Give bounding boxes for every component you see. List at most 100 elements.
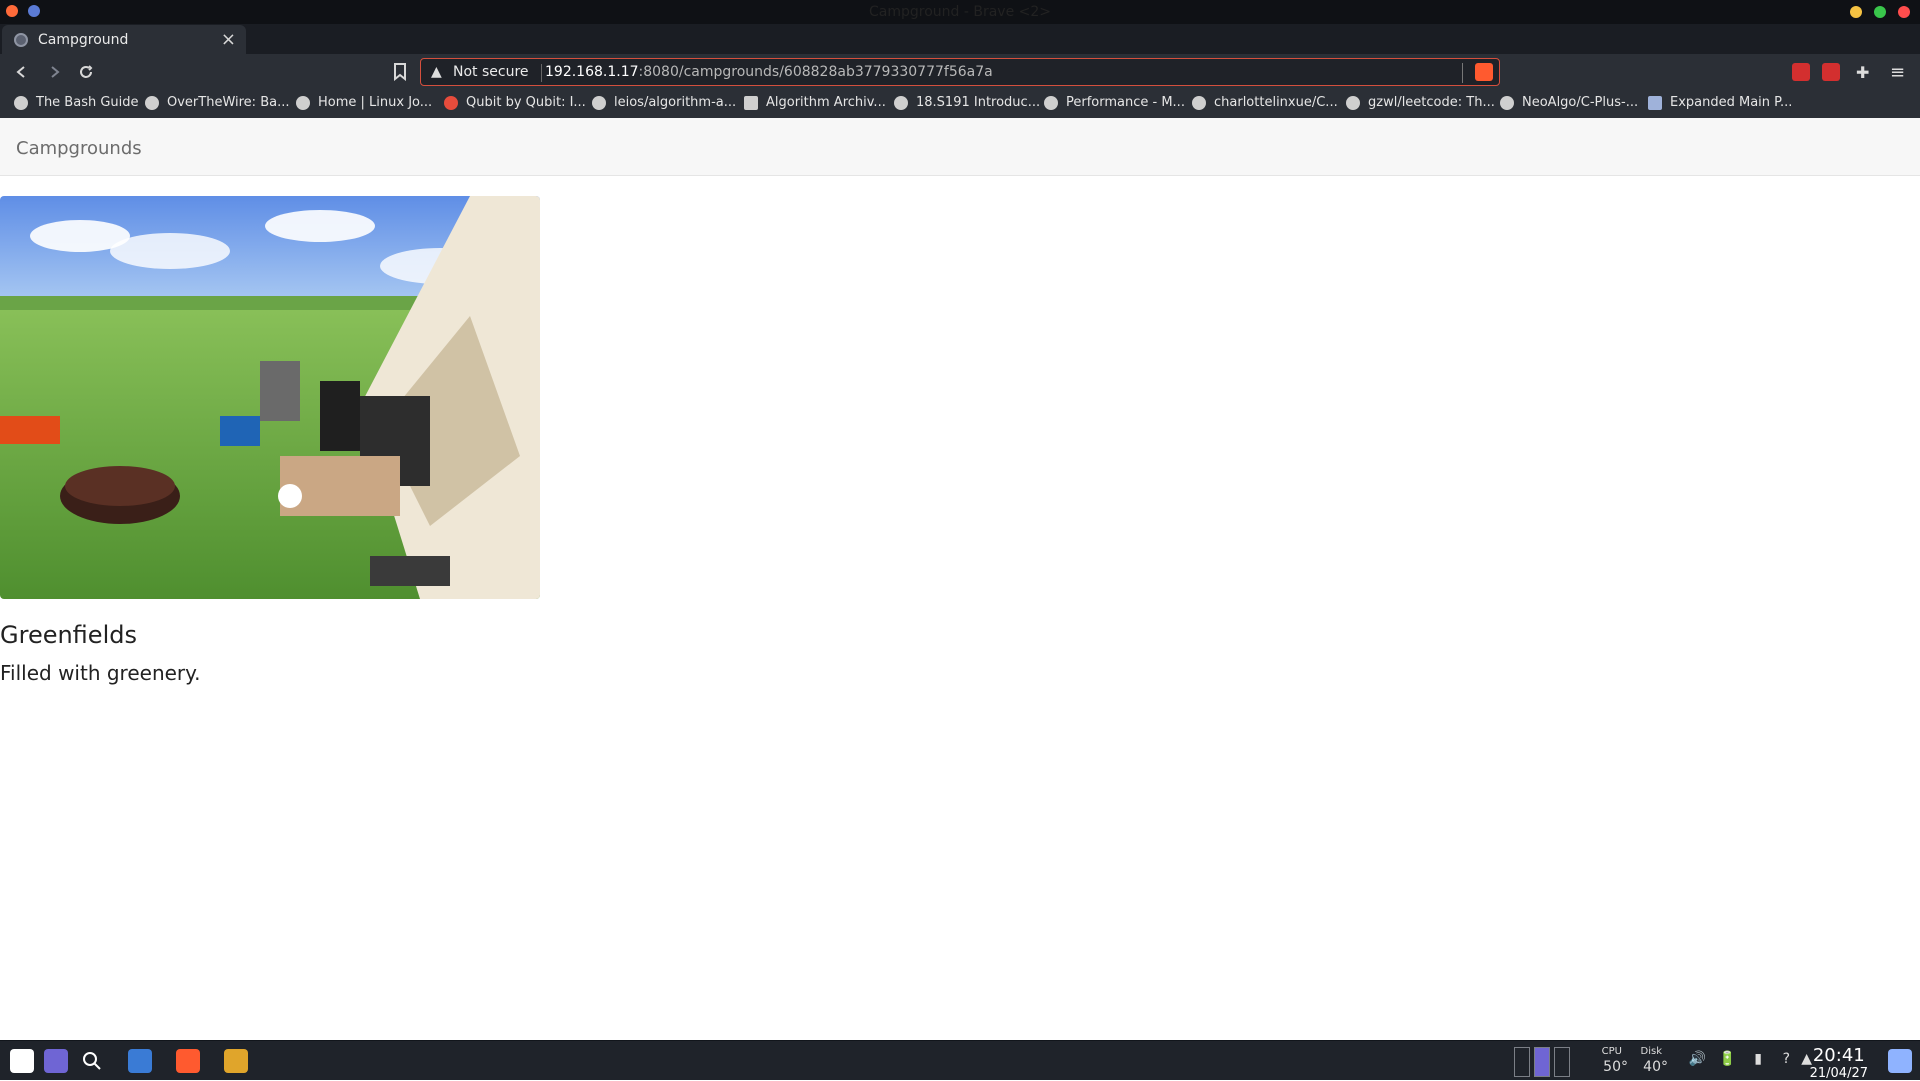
address-end-divider <box>1462 63 1463 83</box>
tray-indicator <box>1514 1047 1530 1077</box>
back-button[interactable] <box>12 62 32 82</box>
campground-title: Greenfields <box>0 621 137 649</box>
tab-strip: Campground × + <box>0 24 1920 54</box>
clock[interactable]: 20:41 21/04/27 <box>1810 1045 1868 1081</box>
cpu-temp: 50° <box>1603 1059 1628 1075</box>
tab-campground[interactable]: Campground × <box>2 25 246 54</box>
address-divider <box>541 64 542 82</box>
site-icon <box>894 96 908 110</box>
desktop-pager-icon[interactable] <box>44 1049 68 1073</box>
cpu-label: CPU <box>1602 1046 1622 1057</box>
file-manager-icon[interactable] <box>128 1049 152 1073</box>
bookmark-item[interactable]: The Bash Guide <box>14 95 139 110</box>
bookmark-label: Home | Linux Jo... <box>318 95 432 110</box>
bookmark-label: Qubit by Qubit: I... <box>466 95 586 110</box>
bookmark-label: gzwl/leetcode: Th... <box>1368 95 1495 110</box>
disk-label: Disk <box>1641 1046 1662 1057</box>
window-controls[interactable] <box>1850 6 1910 18</box>
navbar: Campgrounds <box>0 118 1920 176</box>
volume-icon[interactable]: 🔊 <box>1689 1051 1706 1067</box>
site-icon <box>14 96 28 110</box>
bookmark-item[interactable]: OverTheWire: Ba... <box>145 95 289 110</box>
bookmark-item[interactable]: charlottelinxue/C... <box>1192 95 1338 110</box>
site-icon <box>145 96 159 110</box>
browser-toolbar: ▲ Not secure 192.168.1.17:8080/campgroun… <box>0 54 1920 90</box>
bookmark-label: charlottelinxue/C... <box>1214 95 1338 110</box>
warning-icon: ▲ <box>431 64 442 80</box>
bookmark-item[interactable]: Algorithm Archiv... <box>744 95 886 110</box>
campground-photo <box>0 196 540 599</box>
search-icon[interactable] <box>80 1049 104 1073</box>
bookmark-item[interactable]: 18.S191 Introduc... <box>894 95 1040 110</box>
bookmark-item[interactable]: Performance - M... <box>1044 95 1185 110</box>
reload-icon <box>78 64 94 80</box>
search-glyph <box>80 1049 104 1073</box>
help-icon[interactable]: ? <box>1783 1051 1790 1067</box>
site-icon <box>1044 96 1058 110</box>
github-icon <box>1500 96 1514 110</box>
forward-button[interactable] <box>44 62 64 82</box>
tray-indicator <box>1534 1047 1550 1077</box>
page-content: Campgrounds <box>0 118 1920 1040</box>
bookmark-item[interactable]: Expanded Main P... <box>1648 95 1792 110</box>
bookmark-item[interactable]: NeoAlgo/C-Plus-... <box>1500 95 1638 110</box>
brave-browser-icon[interactable] <box>176 1049 200 1073</box>
bookmark-item[interactable]: leios/algorithm-a... <box>592 95 736 110</box>
book-icon <box>744 96 758 110</box>
bookmark-item[interactable]: Qubit by Qubit: I... <box>444 95 586 110</box>
site-icon <box>1648 96 1662 110</box>
url-path: :8080/campgrounds/608828ab3779330777f56a… <box>639 64 993 80</box>
extensions-puzzle-icon[interactable]: ✚ <box>1856 63 1874 81</box>
tab-label: Campground <box>38 32 128 48</box>
app-a-icon[interactable] <box>224 1049 248 1073</box>
navbar-brand[interactable]: Campgrounds <box>16 138 142 159</box>
bookmark-label: Algorithm Archiv... <box>766 95 886 110</box>
close-window-icon[interactable] <box>1898 6 1910 18</box>
bookmark-button[interactable] <box>390 62 410 82</box>
reload-button[interactable] <box>76 62 96 82</box>
battery-icon[interactable]: 🔋 <box>1719 1051 1736 1067</box>
bookmark-label: Expanded Main P... <box>1670 95 1792 110</box>
site-icon <box>444 96 458 110</box>
github-icon <box>592 96 606 110</box>
clock-time: 20:41 <box>1810 1045 1868 1066</box>
bookmark-item[interactable]: Home | Linux Jo... <box>296 95 432 110</box>
not-secure-label: Not secure <box>453 64 529 80</box>
extension-s-icon[interactable] <box>1822 63 1840 81</box>
os-taskbar: CPU 50° Disk 40° 🔊 🔋 ▮ ? ▲ 20:41 21/04/2… <box>0 1040 1920 1080</box>
globe-icon <box>14 33 28 47</box>
bookmarks-bar: The Bash Guide OverTheWire: Ba... Home |… <box>0 90 1920 118</box>
campground-image <box>0 196 540 599</box>
bookmark-label: leios/algorithm-a... <box>614 95 736 110</box>
disk-temp: 40° <box>1643 1059 1668 1075</box>
bookmark-label: The Bash Guide <box>36 95 139 110</box>
window-titlebar: Campground - Brave <2> <box>0 0 1920 24</box>
brave-shields-icon[interactable] <box>1475 63 1493 81</box>
window-title: Campground - Brave <2> <box>0 4 1920 20</box>
maximize-icon[interactable] <box>1874 6 1886 18</box>
address-bar[interactable]: ▲ Not secure 192.168.1.17:8080/campgroun… <box>420 58 1500 86</box>
bookmark-label: Performance - M... <box>1066 95 1185 110</box>
github-icon <box>1346 96 1360 110</box>
menu-icon[interactable]: ≡ <box>1890 62 1908 80</box>
minimize-icon[interactable] <box>1850 6 1862 18</box>
bookmark-label: OverTheWire: Ba... <box>167 95 289 110</box>
tray-indicator <box>1554 1047 1570 1077</box>
extension-red-icon[interactable] <box>1792 63 1810 81</box>
forward-icon <box>46 64 62 80</box>
back-icon <box>14 64 30 80</box>
bookmark-icon <box>393 63 407 81</box>
github-icon <box>1192 96 1206 110</box>
close-tab-icon[interactable]: × <box>221 29 236 50</box>
show-desktop-icon[interactable] <box>1888 1049 1912 1073</box>
bookmark-item[interactable]: gzwl/leetcode: Th... <box>1346 95 1495 110</box>
clock-date: 21/04/27 <box>1810 1066 1868 1081</box>
site-icon <box>296 96 310 110</box>
bookmark-label: NeoAlgo/C-Plus-... <box>1522 95 1638 110</box>
start-menu-icon[interactable] <box>10 1049 34 1073</box>
campground-description: Filled with greenery. <box>0 661 201 685</box>
bookmark-label: 18.S191 Introduc... <box>916 95 1040 110</box>
device-icon[interactable]: ▮ <box>1754 1051 1762 1067</box>
url-host: 192.168.1.17 <box>545 64 639 80</box>
url-text[interactable]: 192.168.1.17:8080/campgrounds/608828ab37… <box>545 64 993 80</box>
